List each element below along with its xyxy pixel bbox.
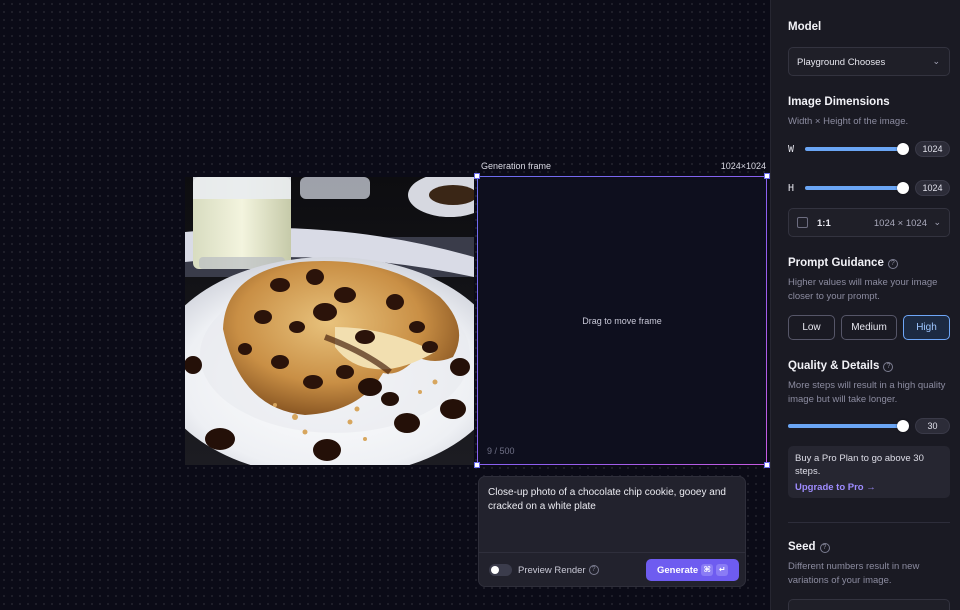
steps-slider[interactable]	[788, 420, 909, 432]
height-value[interactable]: 1024	[915, 180, 950, 196]
seed-title-text: Seed	[788, 541, 816, 553]
aspect-ratio-label: 1:1	[817, 218, 831, 229]
height-slider-thumb[interactable]	[897, 182, 909, 194]
frame-label: Generation frame	[481, 161, 552, 171]
quality-title: Quality & Details?	[788, 360, 894, 372]
seed-subtitle: Different numbers result in new variatio…	[788, 561, 920, 586]
model-select[interactable]: Playground Chooses ⌄	[788, 47, 950, 76]
guidance-low-button[interactable]: Low	[788, 315, 835, 340]
aspect-ratio-dims: 1024 × 1024	[873, 218, 927, 229]
chevron-down-icon: ⌄	[932, 56, 940, 66]
guidance-title-text: Prompt Guidance	[788, 257, 884, 269]
seed-input[interactable]	[788, 599, 950, 610]
guidance-high-button[interactable]: High	[903, 315, 950, 340]
help-icon[interactable]: ?	[819, 543, 830, 553]
dimensions-subtitle: Width × Height of the image.	[788, 116, 909, 127]
preview-render-label: Preview Render?	[518, 565, 599, 576]
height-slider[interactable]	[805, 182, 909, 194]
model-selected: Playground Chooses	[797, 57, 886, 68]
model-title: Model	[788, 21, 822, 33]
dimensions-title: Image Dimensions	[788, 96, 890, 108]
resize-handle-top-left[interactable]	[474, 173, 480, 179]
frame-size: 1024×1024	[720, 161, 766, 171]
prompt-box: Close-up photo of a chocolate chip cooki…	[478, 476, 746, 587]
width-slider-thumb[interactable]	[897, 143, 909, 155]
width-slider[interactable]	[805, 143, 909, 155]
seed-title: Seed?	[788, 541, 830, 553]
char-counter: 9 / 500	[487, 446, 515, 456]
prompt-divider	[479, 552, 745, 553]
preview-render-text: Preview Render	[518, 565, 586, 576]
guidance-title: Prompt Guidance?	[788, 257, 898, 269]
upgrade-link[interactable]: Upgrade to Pro →	[795, 482, 943, 493]
drag-hint: Drag to move frame	[582, 316, 662, 326]
toggle-knob	[491, 566, 499, 574]
resize-handle-bottom-left[interactable]	[474, 462, 480, 468]
quality-subtitle: More steps will result in a high quality…	[788, 380, 946, 405]
aspect-ratio-select[interactable]: 1:1 1024 × 1024 ⌄	[788, 208, 950, 237]
width-label: W	[788, 143, 795, 155]
preview-render-toggle[interactable]	[489, 564, 512, 576]
help-icon[interactable]: ?	[883, 362, 894, 372]
steps-slider-thumb[interactable]	[897, 420, 909, 432]
aspect-lock-checkbox[interactable]	[797, 217, 808, 228]
generate-label: Generate	[657, 564, 699, 576]
chevron-down-icon: ⌄	[933, 217, 941, 227]
generate-button[interactable]: Generate ⌘ ↵	[646, 559, 739, 581]
prompt-input[interactable]: Close-up photo of a chocolate chip cooki…	[488, 486, 738, 514]
generation-frame[interactable]: Drag to move frame 9 / 500	[474, 173, 770, 468]
help-icon[interactable]: ?	[588, 565, 599, 576]
help-icon[interactable]: ?	[887, 259, 898, 269]
generated-image[interactable]	[185, 177, 474, 465]
width-value[interactable]: 1024	[915, 141, 950, 157]
divider	[788, 522, 950, 523]
quality-title-text: Quality & Details	[788, 360, 880, 372]
steps-value[interactable]: 30	[915, 418, 950, 434]
command-key-icon: ⌘	[701, 564, 714, 576]
upsell-box: Buy a Pro Plan to go above 30 steps. Upg…	[788, 446, 950, 498]
guidance-medium-button[interactable]: Medium	[841, 315, 897, 340]
settings-panel: Model Playground Chooses ⌄ Image Dimensi…	[770, 0, 960, 610]
enter-key-icon: ↵	[716, 564, 729, 576]
frame-header: Generation frame 1024×1024	[481, 161, 766, 171]
cookie-image	[185, 177, 474, 465]
height-label: H	[788, 182, 795, 194]
guidance-subtitle: Higher values will make your image close…	[788, 277, 938, 302]
upsell-text: Buy a Pro Plan to go above 30 steps.	[795, 453, 924, 477]
canvas[interactable]: Generation frame 1024×1024 Drag to move …	[0, 0, 770, 610]
